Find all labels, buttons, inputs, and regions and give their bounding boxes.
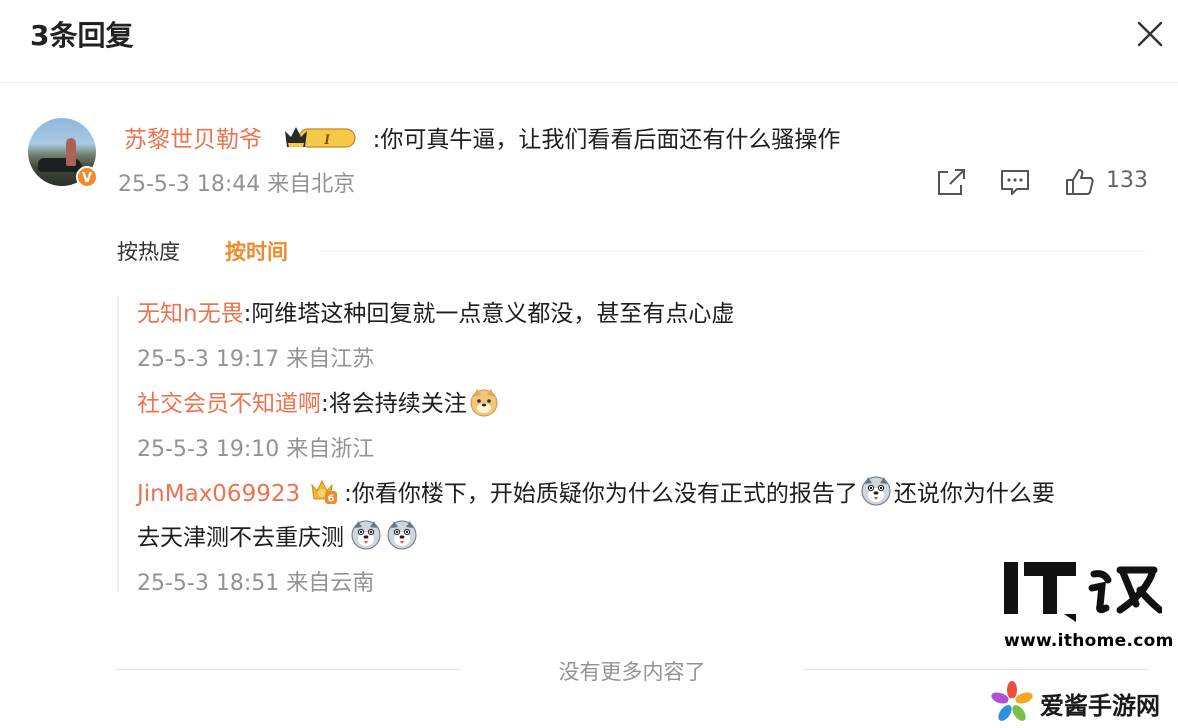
member-level-6-badge: 6 (311, 479, 338, 505)
reply-text: 去天津测不去重庆测 (137, 525, 344, 551)
share-icon[interactable] (935, 167, 967, 197)
comment-icon[interactable] (999, 167, 1031, 197)
reply-text: :阿维塔这种回复就一点意义都没，甚至有点心虚 (243, 301, 735, 327)
header: 3条回复 (0, 0, 1178, 83)
reply-username[interactable]: 无知n无畏 (137, 301, 244, 327)
reply-item: 无知n无畏:阿维塔这种回复就一点意义都没，甚至有点心虚 (137, 294, 734, 328)
close-icon[interactable] (1132, 16, 1168, 52)
page-title: 3条回复 (30, 19, 134, 52)
husky-emoji (387, 520, 417, 550)
reply-thread-line (117, 296, 119, 592)
husky-emoji (351, 520, 381, 550)
reply-text: :你看你楼下，开始质疑你为什么没有正式的报告了 (344, 481, 858, 507)
aijiang-watermark-text: 爱酱手游网 (1040, 692, 1160, 720)
reply-text: :将会持续关注 (321, 391, 467, 417)
reply-text: 还说你为什么要 (893, 481, 1055, 507)
aijiang-flower-logo (991, 681, 1033, 721)
reply-item-continued: 去天津测不去重庆测 (137, 518, 420, 552)
main-comment-meta: 25-5-3 18:44 来自北京 (118, 172, 356, 197)
reply-meta: 25-5-3 19:10 来自浙江 (137, 437, 375, 462)
sort-by-time[interactable]: 按时间 (225, 236, 288, 266)
svg-text:6: 6 (328, 494, 335, 505)
crown-level-1-badge: I (285, 127, 356, 148)
divider (320, 251, 1146, 252)
main-comment-username[interactable]: 苏黎世贝勒爷 (124, 127, 262, 153)
main-comment: 苏黎世贝勒爷 I :你可真牛逼，让我们看看后面还有什么骚操作 (124, 120, 840, 154)
doge-emoji (470, 389, 498, 417)
reply-item: 社交会员不知道啊:将会持续关注 (137, 384, 501, 418)
like-count: 133 (1106, 168, 1148, 193)
reply-item: JinMax069923 6 :你看你楼下，开始质疑你为什么没有正式的报告了 还… (137, 474, 1055, 508)
reply-meta: 25-5-3 19:17 来自江苏 (137, 347, 375, 372)
ithome-watermark-logo (1004, 562, 1162, 622)
avatar-person (66, 138, 76, 166)
reply-username[interactable]: 社交会员不知道啊 (137, 391, 321, 417)
husky-emoji (861, 476, 891, 506)
thumbs-up-icon[interactable] (1064, 167, 1096, 197)
main-comment-text: :你可真牛逼，让我们看看后面还有什么骚操作 (372, 127, 841, 153)
reply-username[interactable]: JinMax069923 (137, 481, 300, 507)
reply-meta: 25-5-3 18:51 来自云南 (137, 571, 375, 596)
sort-by-hot[interactable]: 按热度 (117, 236, 180, 266)
svg-text:I: I (323, 132, 331, 148)
ithome-watermark-url: www.ithome.com (1004, 631, 1174, 651)
verified-v-icon: V (76, 166, 98, 188)
